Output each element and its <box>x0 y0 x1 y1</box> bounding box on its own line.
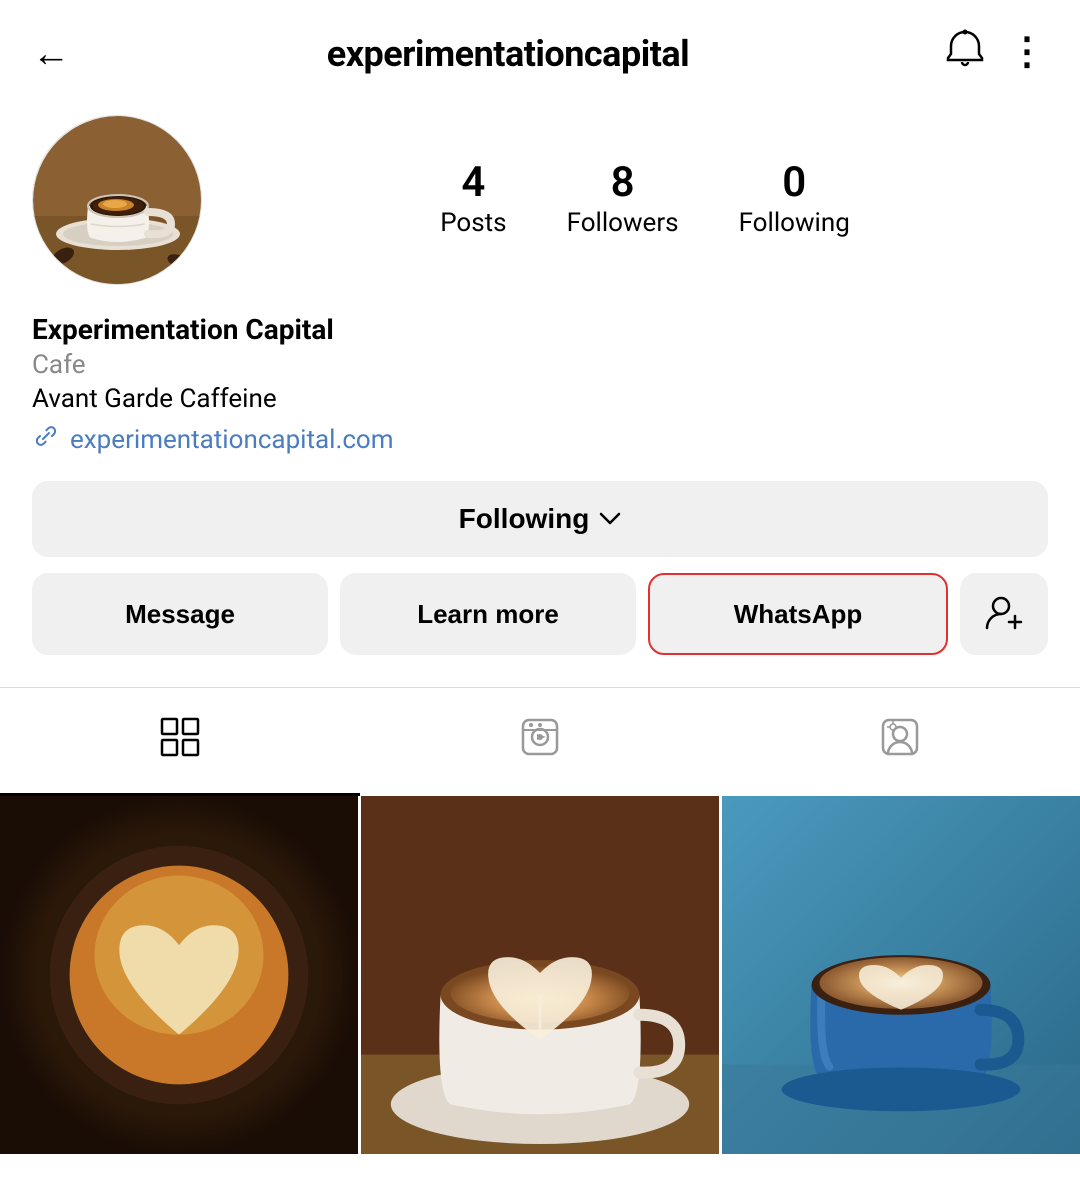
following-button[interactable]: Following <box>32 481 1048 557</box>
followers-count: 8 <box>611 162 635 204</box>
notification-bell-icon[interactable] <box>946 28 984 79</box>
profile-section: 4 Posts 8 Followers 0 Following Experime… <box>0 99 1080 655</box>
tab-grid[interactable] <box>0 688 360 796</box>
profile-category: Cafe <box>32 350 1048 380</box>
add-person-icon <box>985 596 1023 633</box>
message-button[interactable]: Message <box>32 573 328 655</box>
posts-count: 4 <box>461 162 485 204</box>
followers-stat[interactable]: 8 Followers <box>567 162 679 238</box>
bio-section: Experimentation Capital Cafe Avant Garde… <box>32 313 1048 457</box>
posts-stat[interactable]: 4 Posts <box>440 162 506 238</box>
reels-icon <box>519 716 561 768</box>
following-stat[interactable]: 0 Following <box>739 162 850 238</box>
message-button-label: Message <box>125 599 235 629</box>
action-buttons-row: Message Learn more WhatsApp <box>32 573 1048 655</box>
header: ← experimentationcapital ⋮ <box>0 0 1080 99</box>
grid-photo-2[interactable] <box>361 796 719 1154</box>
following-button-label: Following <box>459 503 590 535</box>
profile-tagline: Avant Garde Caffeine <box>32 384 1048 414</box>
back-button[interactable]: ← <box>32 32 70 76</box>
tab-reels[interactable] <box>360 688 720 796</box>
grid-photo-1[interactable] <box>0 796 358 1154</box>
profile-top-row: 4 Posts 8 Followers 0 Following <box>32 115 1048 285</box>
header-actions: ⋮ <box>946 28 1048 79</box>
avatar <box>32 115 202 285</box>
whatsapp-button[interactable]: WhatsApp <box>648 573 948 655</box>
tab-bar <box>0 687 1080 796</box>
grid-photo-3[interactable] <box>722 796 1080 1154</box>
tab-tagged[interactable] <box>720 688 1080 796</box>
profile-name: Experimentation Capital <box>32 313 1048 346</box>
learn-more-button-label: Learn more <box>417 599 559 629</box>
whatsapp-button-label: WhatsApp <box>734 599 863 629</box>
followers-label: Followers <box>567 208 679 238</box>
tagged-icon <box>879 716 921 768</box>
photo-grid <box>0 796 1080 1154</box>
following-label: Following <box>739 208 850 238</box>
link-icon <box>32 422 60 457</box>
profile-website-link[interactable]: experimentationcapital.com <box>32 422 1048 457</box>
add-friend-button[interactable] <box>960 573 1048 655</box>
more-options-icon[interactable]: ⋮ <box>1008 29 1048 78</box>
chevron-down-icon <box>599 506 621 532</box>
profile-username: experimentationcapital <box>327 33 689 75</box>
following-btn-container: Following <box>32 481 1048 557</box>
grid-icon <box>159 716 201 768</box>
website-text: experimentationcapital.com <box>70 425 394 455</box>
following-count: 0 <box>782 162 806 204</box>
posts-label: Posts <box>440 208 506 238</box>
learn-more-button[interactable]: Learn more <box>340 573 636 655</box>
stats-container: 4 Posts 8 Followers 0 Following <box>242 162 1048 238</box>
